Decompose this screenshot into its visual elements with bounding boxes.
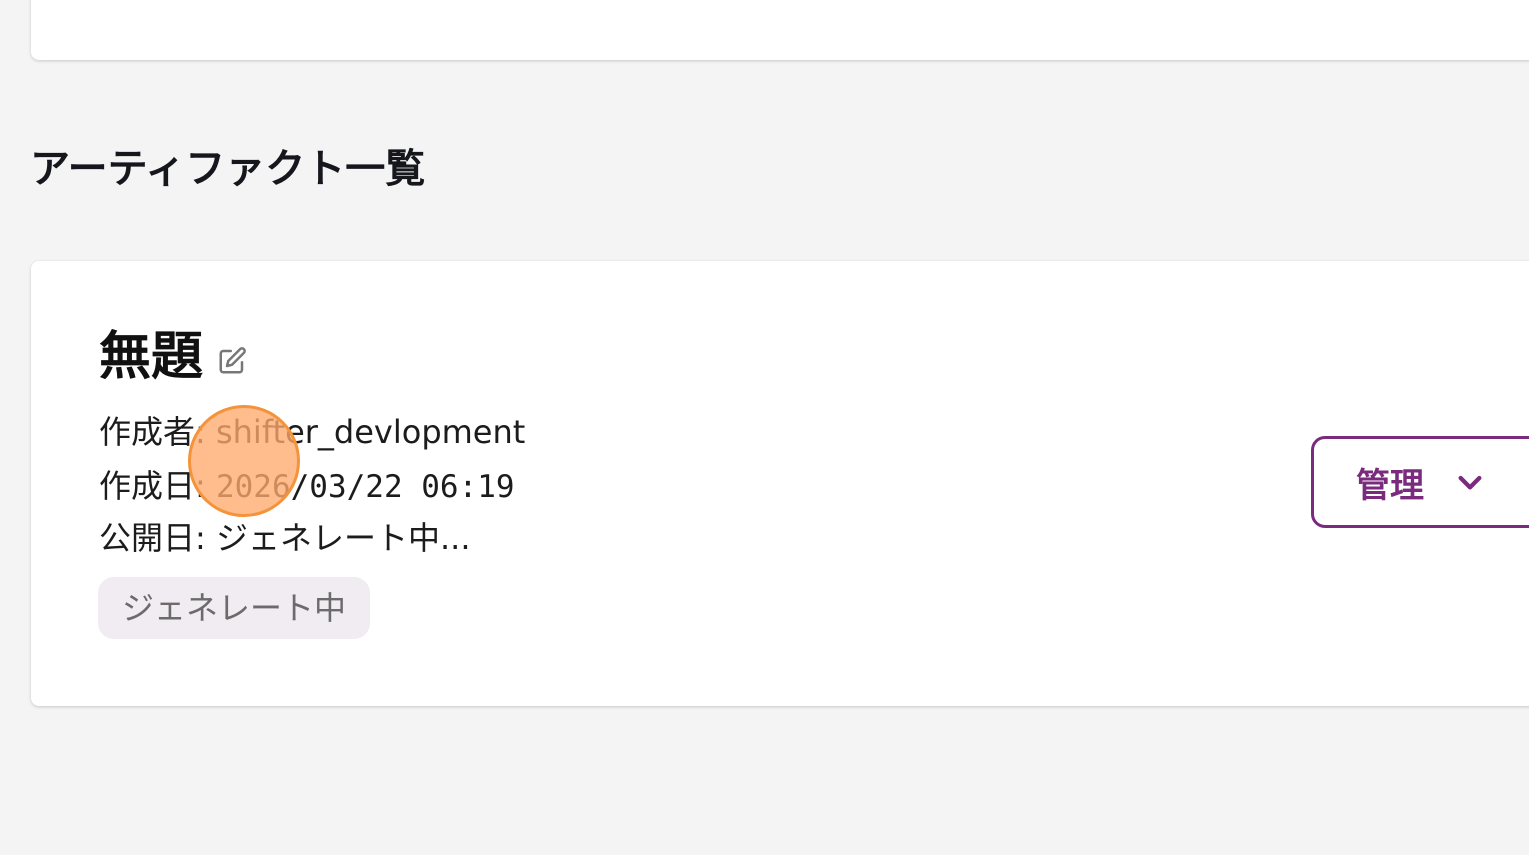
- status-badge: ジェネレート中: [98, 577, 371, 639]
- published-date-line: 公開日: ジェネレート中...: [99, 518, 471, 558]
- artifact-title: 無題: [99, 327, 204, 387]
- created-label: 作成日:: [99, 467, 216, 505]
- created-date-line: 作成日: 2026/03/22 06:19: [99, 466, 515, 507]
- edit-icon[interactable]: [217, 346, 247, 376]
- section-title: アーティファクト一覧: [30, 146, 426, 192]
- created-value: 2026/03/22 06:19: [215, 469, 515, 505]
- previous-card: [31, 0, 1529, 60]
- manage-button[interactable]: 管理: [1311, 436, 1529, 528]
- author-label: 作成者:: [99, 413, 216, 451]
- artifact-card: 無題 作成者: shifter_devlopment 作成日: 2026/03/…: [31, 261, 1529, 706]
- published-label: 公開日:: [99, 519, 216, 557]
- published-value: ジェネレート中...: [215, 519, 471, 557]
- author-line: 作成者: shifter_devlopment: [99, 412, 525, 452]
- artifact-title-row: 無題: [99, 325, 247, 389]
- chevron-down-icon: [1458, 475, 1482, 490]
- manage-button-label: 管理: [1356, 465, 1424, 506]
- author-value: shifter_devlopment: [215, 413, 526, 451]
- artifact-list-page: アーティファクト一覧 無題 作成者: shifter_devlopment 作成…: [0, 0, 1529, 855]
